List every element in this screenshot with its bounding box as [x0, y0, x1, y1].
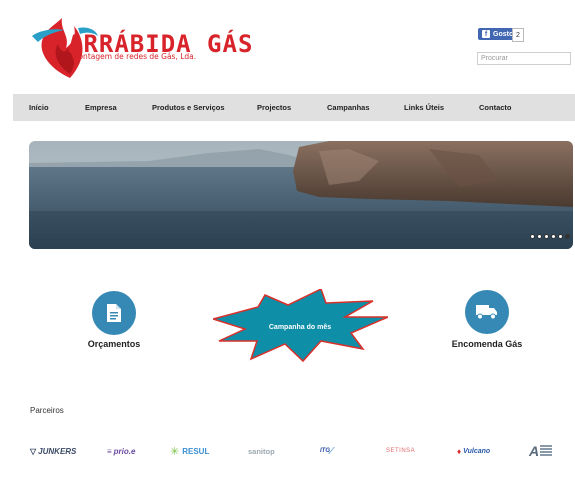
- partner-logo-a[interactable]: A: [529, 440, 553, 462]
- resul-icon: ✳: [170, 445, 180, 458]
- facebook-like-count: 2: [512, 28, 524, 42]
- slider-dot[interactable]: [558, 234, 563, 239]
- partner-logo-itg[interactable]: ITG ⁄: [320, 440, 333, 462]
- nav-item-projectos[interactable]: Projectos: [257, 94, 291, 121]
- partner-name: SETINSA: [386, 448, 416, 454]
- nav-item-inicio[interactable]: Início: [29, 94, 49, 121]
- partner-name: Vulcano: [463, 447, 491, 455]
- partner-name: JUNKERS: [38, 446, 77, 456]
- orcamentos-label[interactable]: Orçamentos: [54, 339, 174, 349]
- partner-name: sanitop: [248, 446, 275, 456]
- slider-dots: [530, 234, 570, 239]
- orcamentos-button[interactable]: [92, 291, 136, 335]
- partner-logo-prio[interactable]: ≡ prio.e: [107, 440, 135, 462]
- vulcano-icon: ♦: [457, 446, 462, 456]
- encomenda-gas-button[interactable]: [465, 290, 509, 334]
- junkers-icon: ▽: [30, 446, 37, 456]
- partner-name: ITG: [320, 448, 330, 454]
- partner-logo-junkers[interactable]: ▽ JUNKERS: [30, 440, 76, 462]
- campanha-burst-button[interactable]: Campanha do mês: [213, 289, 388, 364]
- document-icon: [107, 304, 121, 322]
- itg-swoosh-icon: ⁄: [331, 445, 333, 457]
- nav-item-contacto[interactable]: Contacto: [479, 94, 512, 121]
- encomenda-gas-label[interactable]: Encomenda Gás: [427, 339, 547, 349]
- partner-name: prio.e: [113, 446, 136, 456]
- logo-subtitle: Montagem de redes de Gás, Lda.: [72, 52, 197, 61]
- slider-dot[interactable]: [565, 234, 570, 239]
- nav-item-campanhas[interactable]: Campanhas: [327, 94, 370, 121]
- main-nav: Início Empresa Produtos e Serviços Proje…: [13, 94, 575, 121]
- slider-dot[interactable]: [537, 234, 542, 239]
- nav-item-empresa[interactable]: Empresa: [85, 94, 117, 121]
- facebook-icon: f: [482, 30, 490, 38]
- partner-logo-vulcano[interactable]: ♦ Vulcano: [457, 440, 490, 462]
- campanha-label: Campanha do mês: [269, 324, 331, 331]
- nav-item-links-uteis[interactable]: Links Úteis: [404, 94, 444, 121]
- slider-dot[interactable]: [544, 234, 549, 239]
- facebook-like-label: Gosto: [493, 30, 514, 38]
- slider-dot[interactable]: [551, 234, 556, 239]
- prio-icon: ≡: [107, 446, 112, 456]
- hero-image: [29, 141, 573, 249]
- truck-icon: [476, 305, 497, 320]
- partner-logo-setinsa[interactable]: SETINSA: [386, 440, 415, 462]
- search-input[interactable]: [477, 52, 571, 65]
- partner-name: A: [529, 443, 540, 459]
- hero-slider[interactable]: [29, 141, 573, 249]
- partner-logo-sanitop[interactable]: sanitop: [248, 440, 275, 462]
- partners-heading: Parceiros: [30, 406, 64, 415]
- partner-name: RESUL: [182, 446, 210, 456]
- partner-logo-resul[interactable]: ✳ RESUL: [170, 440, 209, 462]
- slider-dot[interactable]: [530, 234, 535, 239]
- a-logo-lines-icon: [540, 445, 553, 457]
- nav-item-produtos-servicos[interactable]: Produtos e Serviços: [152, 94, 225, 121]
